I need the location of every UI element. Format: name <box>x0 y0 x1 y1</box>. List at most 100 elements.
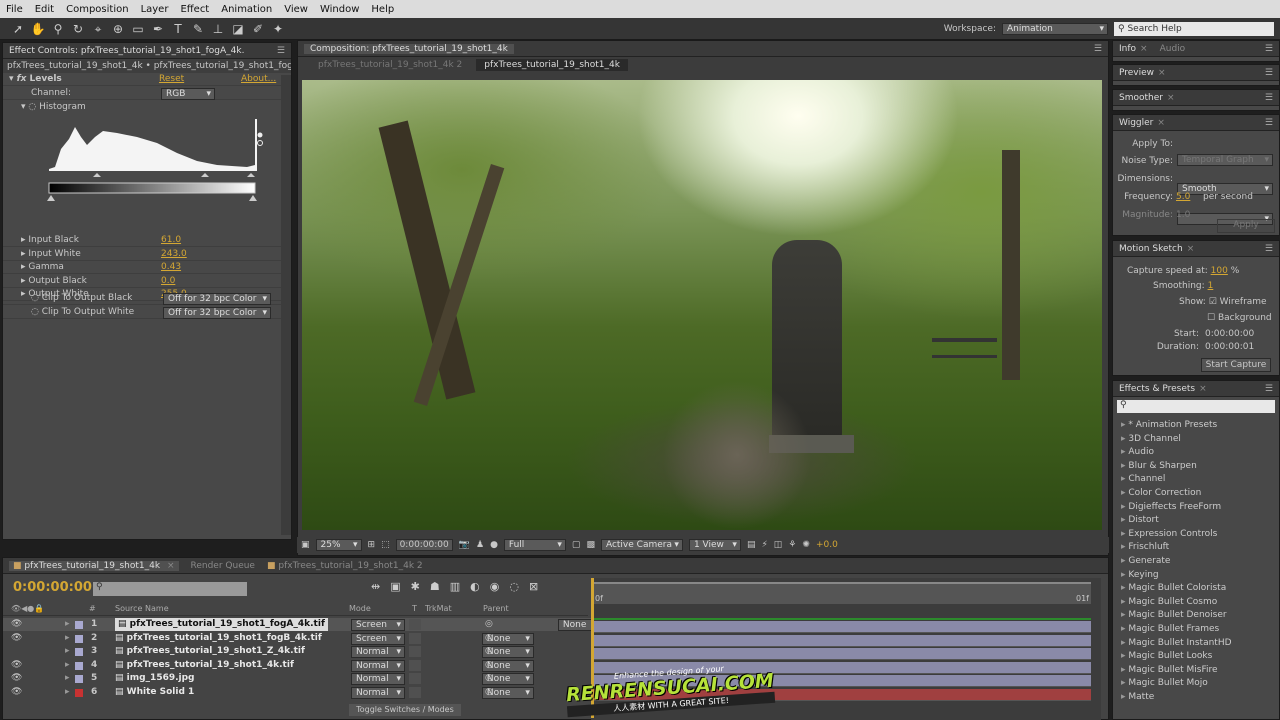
menu-view[interactable]: View <box>278 4 314 15</box>
layer-name[interactable]: ▤ img_1569.jpg <box>115 672 195 685</box>
roi-icon[interactable]: ▢ <box>572 540 581 550</box>
graph-editor-icon[interactable]: ⊠ <box>529 580 538 593</box>
param-value[interactable]: 243.0 <box>161 248 187 261</box>
layer-duration-bar[interactable] <box>594 634 1091 647</box>
capture-speed-value[interactable]: 100 <box>1211 266 1228 276</box>
timeline-current-time[interactable]: 0:00:00:00 <box>13 580 92 595</box>
effects-category[interactable]: Digieffects FreeForm <box>1113 501 1279 515</box>
auto-keyframe-icon[interactable]: ◌ <box>509 580 519 593</box>
layer-duration-bar[interactable] <box>594 621 1091 633</box>
apply-button[interactable]: Apply <box>1217 219 1275 233</box>
view-layout-select[interactable]: 1 View <box>688 539 741 551</box>
toggle-switches-modes-button[interactable]: Toggle Switches / Modes <box>349 704 461 716</box>
selection-tool-icon[interactable]: ➚ <box>10 21 26 37</box>
effects-category[interactable]: Channel <box>1113 473 1279 487</box>
expand-arrow-icon[interactable]: ▸ <box>65 645 70 658</box>
composition-tab[interactable]: Composition: pfxTrees_tutorial_19_shot1_… <box>298 41 1108 57</box>
snapshot-icon[interactable]: 📷 <box>459 540 470 550</box>
clip-white-select[interactable]: Off for 32 bpc Color <box>163 307 271 319</box>
preserve-transparency-toggle[interactable] <box>409 673 421 685</box>
draft-3d-icon[interactable]: ✱ <box>411 580 420 593</box>
fast-preview-icon[interactable]: ⚡ <box>761 540 767 550</box>
blend-mode-select[interactable]: Screen <box>351 619 405 631</box>
panel-menu-icon[interactable]: ☰ <box>1094 44 1102 54</box>
effects-category[interactable]: Magic Bullet Colorista <box>1113 582 1279 596</box>
blend-mode-select[interactable]: Normal <box>351 646 405 659</box>
menu-animation[interactable]: Animation <box>215 4 278 15</box>
rotate-tool-icon[interactable]: ↻ <box>70 21 86 37</box>
effects-category[interactable]: Magic Bullet InstantHD <box>1113 637 1279 651</box>
layer-row[interactable]: 👁 ▸ 2 ▤ pfxTrees_tutorial_19_shot1_fogB_… <box>3 632 681 645</box>
preserve-transparency-toggle[interactable] <box>409 619 421 630</box>
menu-effect[interactable]: Effect <box>174 4 215 15</box>
reset-link[interactable]: Reset <box>159 73 184 86</box>
time-ruler[interactable]: 0f 01f <box>591 582 1091 604</box>
param-value[interactable]: 61.0 <box>161 234 181 247</box>
blend-mode-select[interactable]: Normal <box>351 673 405 686</box>
preserve-transparency-toggle[interactable] <box>409 687 421 698</box>
effects-category[interactable]: Magic Bullet Cosmo <box>1113 596 1279 610</box>
pick-whip-icon[interactable]: ◎ <box>485 686 493 699</box>
tab-info[interactable]: Info <box>1119 44 1136 54</box>
effects-search-input[interactable]: ⚲ <box>1117 400 1275 413</box>
type-tool-icon[interactable]: T <box>170 21 186 37</box>
effects-category[interactable]: Audio <box>1113 446 1279 460</box>
flowchart-icon[interactable]: ⚘ <box>788 540 796 550</box>
blend-mode-select[interactable]: Screen <box>351 632 405 645</box>
layer-name[interactable]: ▤ White Solid 1 <box>115 686 194 699</box>
clip-black-select[interactable]: Off for 32 bpc Color <box>163 293 271 305</box>
show-snapshot-icon[interactable]: ♟ <box>476 540 484 550</box>
about-link[interactable]: About... <box>241 73 276 86</box>
smoothing-value[interactable]: 1 <box>1208 281 1214 291</box>
tab-motion-sketch[interactable]: Motion Sketch <box>1119 244 1183 254</box>
exposure-icon[interactable]: ✺ <box>802 540 810 550</box>
menu-composition[interactable]: Composition <box>60 4 134 15</box>
param-value[interactable]: 0.0 <box>161 275 175 288</box>
label-color[interactable] <box>75 675 83 684</box>
pick-whip-icon[interactable]: ◎ <box>485 672 493 685</box>
scrollbar[interactable] <box>281 75 291 535</box>
panel-menu-icon[interactable]: ☰ <box>277 46 285 56</box>
pick-whip-icon[interactable]: ◎ <box>485 632 493 645</box>
pen-tool-icon[interactable]: ✒ <box>150 21 166 37</box>
layer-row[interactable]: 👁 ▸ 4 ▤ pfxTrees_tutorial_19_shot1_4k.ti… <box>3 659 681 672</box>
pick-whip-icon[interactable]: ◎ <box>485 645 493 658</box>
camera-tool-icon[interactable]: ⌖ <box>90 21 106 37</box>
pan-behind-tool-icon[interactable]: ⊕ <box>110 21 126 37</box>
exposure-value[interactable]: +0.0 <box>816 540 838 550</box>
layer-row[interactable]: 👁 ▸ 1 ▤ pfxTrees_tutorial_19_shot1_fogA_… <box>3 618 626 631</box>
expand-arrow-icon[interactable]: ▸ <box>65 618 70 631</box>
hand-tool-icon[interactable]: ✋ <box>30 21 46 37</box>
effect-controls-tab[interactable]: Effect Controls: pfxTrees_tutorial_19_sh… <box>3 43 291 59</box>
expand-arrow-icon[interactable]: ▸ <box>65 659 70 672</box>
preserve-transparency-toggle[interactable] <box>409 632 421 644</box>
preserve-transparency-toggle[interactable] <box>409 646 421 658</box>
background-checkbox[interactable]: ☐ <box>1207 313 1215 323</box>
tab-wiggler[interactable]: Wiggler <box>1119 118 1153 128</box>
start-capture-button[interactable]: Start Capture <box>1201 358 1271 372</box>
timeline-tab-main[interactable]: ■ pfxTrees_tutorial_19_shot1_4k × <box>9 560 179 571</box>
rectangle-tool-icon[interactable]: ▭ <box>130 21 146 37</box>
composition-mini-flowchart-icon[interactable]: ⇹ <box>371 580 380 593</box>
menu-file[interactable]: File <box>0 4 29 15</box>
workspace-select[interactable]: Animation <box>1002 22 1108 35</box>
safe-zones-icon[interactable]: ⊞ <box>368 540 376 550</box>
clone-tool-icon[interactable]: ⊥ <box>210 21 226 37</box>
fx-icon[interactable]: fx <box>17 74 27 84</box>
layer-name[interactable]: ▤ pfxTrees_tutorial_19_shot1_4k.tif <box>115 659 294 672</box>
effects-category[interactable]: Expression Controls <box>1113 528 1279 542</box>
eye-icon[interactable]: 👁 <box>11 686 22 699</box>
effects-category[interactable]: Magic Bullet MisFire <box>1113 664 1279 678</box>
frame-blending-icon[interactable]: ▥ <box>450 580 460 593</box>
hide-shy-icon[interactable]: ☗ <box>430 580 440 593</box>
pick-whip-icon[interactable]: ◎ <box>485 618 493 631</box>
search-help-input[interactable]: ⚲ Search Help <box>1114 21 1274 36</box>
live-update-icon[interactable]: ▣ <box>390 580 400 593</box>
expand-arrow-icon[interactable]: ▸ <box>65 672 70 685</box>
composition-viewer[interactable] <box>302 80 1102 530</box>
brush-tool-icon[interactable]: ✎ <box>190 21 206 37</box>
effects-category[interactable]: * Animation Presets <box>1113 419 1279 433</box>
magnification-select[interactable]: 25% <box>315 539 362 551</box>
region-icon[interactable]: ▣ <box>301 540 310 550</box>
channel-select[interactable]: RGB <box>161 88 215 100</box>
